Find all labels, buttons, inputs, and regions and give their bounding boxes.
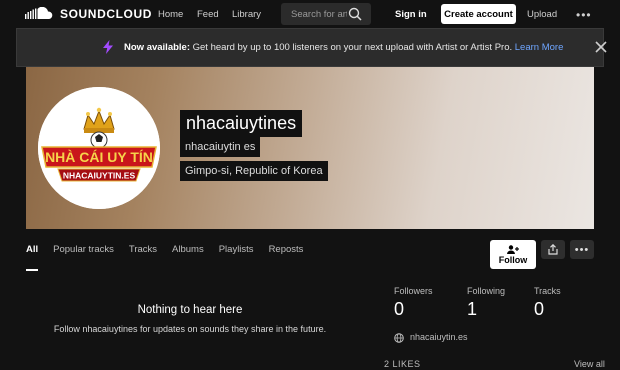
announcement-body: Get heard by up to 100 listeners on your… xyxy=(190,42,515,53)
avatar-logo-image: NHÀ CÁI UY TÍN NHACAIUYTIN.ES xyxy=(38,87,160,209)
search-input[interactable] xyxy=(291,8,347,20)
more-icon: ••• xyxy=(574,243,590,256)
follow-button[interactable]: Follow xyxy=(490,240,536,269)
website-link[interactable]: nhacaiuytin.es xyxy=(410,332,468,342)
nav-library[interactable]: Library xyxy=(232,9,261,20)
learn-more-link[interactable]: Learn More xyxy=(515,42,564,53)
avatar-subtitle-text: NHACAIUYTIN.ES xyxy=(63,171,136,181)
view-all-likes-link[interactable]: View all xyxy=(574,359,605,369)
sign-in-link[interactable]: Sign in xyxy=(395,9,427,20)
following-label[interactable]: Following xyxy=(467,286,505,296)
profile-real-name: nhacaiuytin es xyxy=(180,137,261,157)
announcement-text: Now available: Get heard by up to 100 li… xyxy=(124,42,563,53)
lightning-bolt-icon xyxy=(103,40,113,54)
tracks-count[interactable]: 0 xyxy=(534,299,544,320)
add-user-icon xyxy=(507,244,519,254)
profile-username: nhacaiuytines xyxy=(180,110,303,137)
empty-state-title: Nothing to hear here xyxy=(137,304,243,316)
avatar: NHÀ CÁI UY TÍN NHACAIUYTIN.ES xyxy=(38,87,160,209)
nav-upload[interactable]: Upload xyxy=(527,9,557,20)
profile-header: NHÀ CÁI UY TÍN NHACAIUYTIN.ES nhacaiuyti… xyxy=(26,67,594,229)
globe-icon xyxy=(394,333,404,343)
followers-count[interactable]: 0 xyxy=(394,299,404,320)
share-button[interactable] xyxy=(541,240,565,259)
announcement-banner: Now available: Get heard by up to 100 li… xyxy=(16,28,607,67)
followers-label[interactable]: Followers xyxy=(394,286,433,296)
tracks-label[interactable]: Tracks xyxy=(534,286,561,296)
search-box xyxy=(281,3,371,25)
soundcloud-logo[interactable]: SOUNDCLOUD xyxy=(25,6,152,22)
likes-heading: 2 LIKES xyxy=(384,359,421,369)
top-nav: SOUNDCLOUD Home Feed Library Sign in Cre… xyxy=(0,0,620,28)
tab-all[interactable]: All xyxy=(26,244,39,271)
profile-location: Gimpo-si, Republic of Korea xyxy=(180,161,328,181)
more-menu-icon[interactable]: ••• xyxy=(576,8,592,22)
tab-playlists[interactable]: Playlists xyxy=(219,244,254,271)
follow-button-label: Follow xyxy=(498,254,528,265)
tab-tracks[interactable]: Tracks xyxy=(129,244,157,271)
announcement-bold: Now available: xyxy=(124,42,190,53)
following-count[interactable]: 1 xyxy=(467,299,477,320)
avatar-title-text: NHÀ CÁI UY TÍN xyxy=(45,149,153,165)
brand-name: SOUNDCLOUD xyxy=(60,7,152,21)
close-icon[interactable] xyxy=(595,41,607,53)
more-options-button[interactable]: ••• xyxy=(570,240,594,259)
tab-reposts[interactable]: Reposts xyxy=(269,244,304,271)
soundcloud-cloud-icon xyxy=(25,7,53,19)
share-icon xyxy=(548,244,558,255)
tab-albums[interactable]: Albums xyxy=(172,244,204,271)
empty-state-subtitle: Follow nhacaiuytines for updates on soun… xyxy=(53,324,327,334)
search-icon[interactable] xyxy=(348,7,362,21)
profile-tabs: All Popular tracks Tracks Albums Playlis… xyxy=(26,244,318,271)
tab-popular-tracks[interactable]: Popular tracks xyxy=(53,244,114,271)
nav-feed[interactable]: Feed xyxy=(197,9,219,20)
nav-home[interactable]: Home xyxy=(158,9,183,20)
create-account-button[interactable]: Create account xyxy=(441,4,516,24)
